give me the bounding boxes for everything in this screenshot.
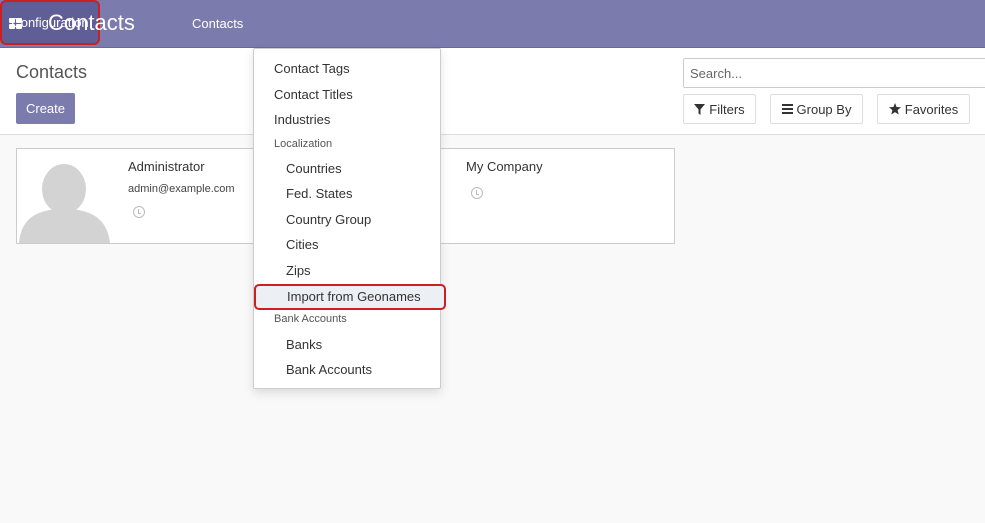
section-header-localization: Localization [274, 138, 333, 150]
menu-item-cities[interactable]: Cities [286, 237, 319, 252]
menu-item-zips[interactable]: Zips [286, 263, 311, 278]
menu-item-contact-tags[interactable]: Contact Tags [274, 61, 350, 76]
app-title: Contacts [48, 10, 135, 35]
menu-item-bank-accounts[interactable]: Bank Accounts [286, 362, 372, 377]
favorites-button[interactable]: Favorites [877, 94, 970, 124]
menu-item-industries[interactable]: Industries [274, 112, 330, 127]
company-name: My Company [466, 159, 543, 174]
contact-email: admin@example.com [128, 183, 235, 195]
apps-grid-icon[interactable] [9, 18, 23, 30]
menu-item-import-geonames-label: Import from Geonames [287, 289, 421, 304]
list-icon [781, 104, 793, 114]
menu-item-country-group[interactable]: Country Group [286, 212, 371, 227]
menu-item-import-geonames[interactable]: Import from Geonames [254, 284, 446, 310]
search-input[interactable] [683, 58, 985, 88]
top-navbar: Contacts Contacts Configuration [0, 0, 985, 48]
create-button[interactable]: Create [16, 93, 75, 124]
control-panel: Contacts Create Filters Group By Favorit… [0, 48, 985, 135]
menu-item-banks[interactable]: Banks [286, 337, 322, 352]
clock-icon[interactable] [133, 206, 145, 218]
clock-icon[interactable] [471, 187, 483, 199]
menu-item-countries[interactable]: Countries [286, 161, 342, 176]
filters-label: Filters [709, 101, 745, 117]
menu-item-contact-titles[interactable]: Contact Titles [274, 87, 353, 102]
groupby-button[interactable]: Group By [770, 94, 863, 124]
filters-button[interactable]: Filters [683, 94, 756, 124]
menu-contacts[interactable]: Contacts [192, 16, 243, 31]
configuration-dropdown: Contact Tags Contact Titles Industries L… [253, 48, 446, 389]
section-header-bank-accounts: Bank Accounts [274, 313, 347, 325]
menu-item-fed-states[interactable]: Fed. States [286, 186, 352, 201]
star-icon [888, 103, 901, 115]
favorites-label: Favorites [904, 101, 959, 117]
contact-name: Administrator [128, 159, 205, 174]
avatar-placeholder-icon [17, 149, 112, 243]
filter-icon [694, 103, 706, 115]
breadcrumb: Contacts [16, 62, 88, 82]
groupby-label: Group By [796, 101, 852, 117]
